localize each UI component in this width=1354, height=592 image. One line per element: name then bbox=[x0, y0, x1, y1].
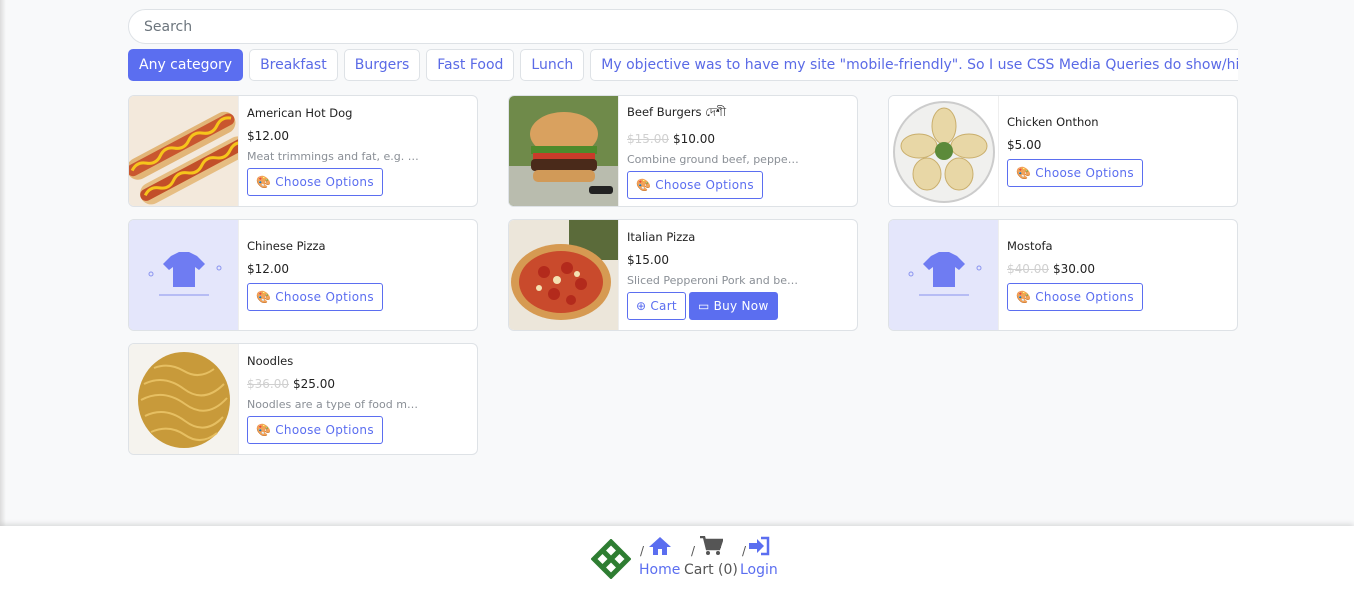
add-to-cart-button[interactable]: ⊕ Cart bbox=[627, 292, 686, 320]
product-name: Noodles bbox=[247, 354, 294, 368]
product-description: Sliced Pepperoni Pork and beef... bbox=[627, 274, 799, 287]
product-name: Chicken Onthon bbox=[1007, 115, 1099, 129]
product-name: American Hot Dog bbox=[247, 106, 353, 120]
bottom-nav: / Home / Cart (0) / Login bbox=[0, 526, 1354, 592]
buy-now-button[interactable]: ▭ Buy Now bbox=[688, 292, 778, 320]
product-description: Combine ground beef, pepper, s... bbox=[627, 152, 799, 166]
product-name: Chinese Pizza bbox=[247, 239, 326, 253]
palette-icon: 🎨 bbox=[1016, 166, 1032, 180]
brand-logo[interactable] bbox=[591, 539, 631, 579]
nav-cart[interactable]: Cart (0) bbox=[684, 535, 738, 578]
choose-options-button[interactable]: 🎨 Choose Options bbox=[247, 416, 383, 444]
product-price: $15.00 bbox=[627, 253, 669, 267]
burger-image bbox=[509, 96, 619, 206]
nav-login-label: Login bbox=[740, 562, 778, 578]
choose-options-button[interactable]: 🎨 Choose Options bbox=[627, 170, 763, 199]
placeholder-image bbox=[889, 220, 999, 330]
choose-options-button[interactable]: 🎨 Choose Options bbox=[247, 168, 383, 196]
category-breakfast[interactable]: Breakfast bbox=[249, 49, 338, 81]
credit-card-icon: ▭ bbox=[697, 299, 710, 313]
cart-icon bbox=[699, 535, 724, 555]
hot-dog-image bbox=[129, 96, 239, 206]
product-price: $12.00 bbox=[247, 262, 289, 276]
product-name: Beef Burgers দেশী bbox=[627, 104, 726, 119]
product-card[interactable]: Beef Burgers দেশী $15.00 $10.00 Combine g… bbox=[508, 95, 858, 207]
product-description: Meat trimmings and fat, e.g. m... bbox=[247, 150, 419, 163]
product-card[interactable]: Italian Pizza $15.00 Sliced Pepperoni Po… bbox=[508, 219, 858, 331]
palette-icon: 🎨 bbox=[256, 423, 272, 437]
nav-home-label: Home bbox=[639, 562, 681, 578]
product-price: $40.00 $30.00 bbox=[1007, 262, 1095, 276]
choose-options-button[interactable]: 🎨 Choose Options bbox=[1007, 283, 1143, 311]
nav-login[interactable]: Login bbox=[740, 536, 778, 578]
category-any[interactable]: Any category bbox=[128, 49, 244, 81]
sign-in-icon bbox=[748, 536, 770, 556]
category-fast-food[interactable]: Fast Food bbox=[426, 49, 515, 81]
noodles-image bbox=[129, 344, 239, 454]
category-long-text[interactable]: My objective was to have my site "mobile… bbox=[590, 49, 1238, 81]
nav-home[interactable]: Home bbox=[639, 536, 680, 578]
category-burgers[interactable]: Burgers bbox=[343, 49, 421, 81]
chicken-onthon-image bbox=[889, 96, 999, 206]
product-card[interactable]: Chinese Pizza $12.00 🎨 Choose Options bbox=[128, 219, 478, 331]
product-price: $36.00 $25.00 bbox=[247, 377, 335, 391]
palette-icon: 🎨 bbox=[256, 175, 272, 189]
product-card[interactable]: American Hot Dog $12.00 Meat trimmings a… bbox=[128, 95, 478, 207]
category-lunch[interactable]: Lunch bbox=[520, 49, 585, 81]
product-price: $12.00 bbox=[247, 129, 289, 143]
choose-options-button[interactable]: 🎨 Choose Options bbox=[1007, 159, 1143, 187]
palette-icon: 🎨 bbox=[256, 290, 272, 304]
product-card[interactable]: Chicken Onthon $5.00 🎨 Choose Options bbox=[888, 95, 1238, 207]
product-price: $15.00 $10.00 bbox=[627, 131, 715, 146]
home-icon bbox=[648, 537, 671, 555]
search-input[interactable] bbox=[128, 9, 1238, 44]
product-card[interactable]: Noodles $36.00 $25.00 Noodles are a type … bbox=[128, 343, 478, 455]
page-edge-shadow bbox=[0, 0, 6, 526]
product-name: Italian Pizza bbox=[627, 230, 696, 244]
choose-options-button[interactable]: 🎨 Choose Options bbox=[247, 283, 383, 311]
product-price: $5.00 bbox=[1007, 138, 1042, 152]
plus-circle-icon: ⊕ bbox=[636, 299, 647, 313]
product-description: Noodles are a type of food mad... bbox=[247, 398, 419, 411]
pizza-image bbox=[509, 220, 619, 330]
category-bar: Any category Breakfast Burgers Fast Food… bbox=[128, 49, 1238, 82]
placeholder-image bbox=[129, 220, 239, 330]
palette-icon: 🎨 bbox=[636, 177, 652, 192]
nav-cart-label: Cart (0) bbox=[684, 562, 738, 578]
product-card[interactable]: Mostofa $40.00 $30.00 🎨 Choose Options bbox=[888, 219, 1238, 331]
product-name: Mostofa bbox=[1007, 239, 1053, 253]
palette-icon: 🎨 bbox=[1016, 290, 1032, 304]
